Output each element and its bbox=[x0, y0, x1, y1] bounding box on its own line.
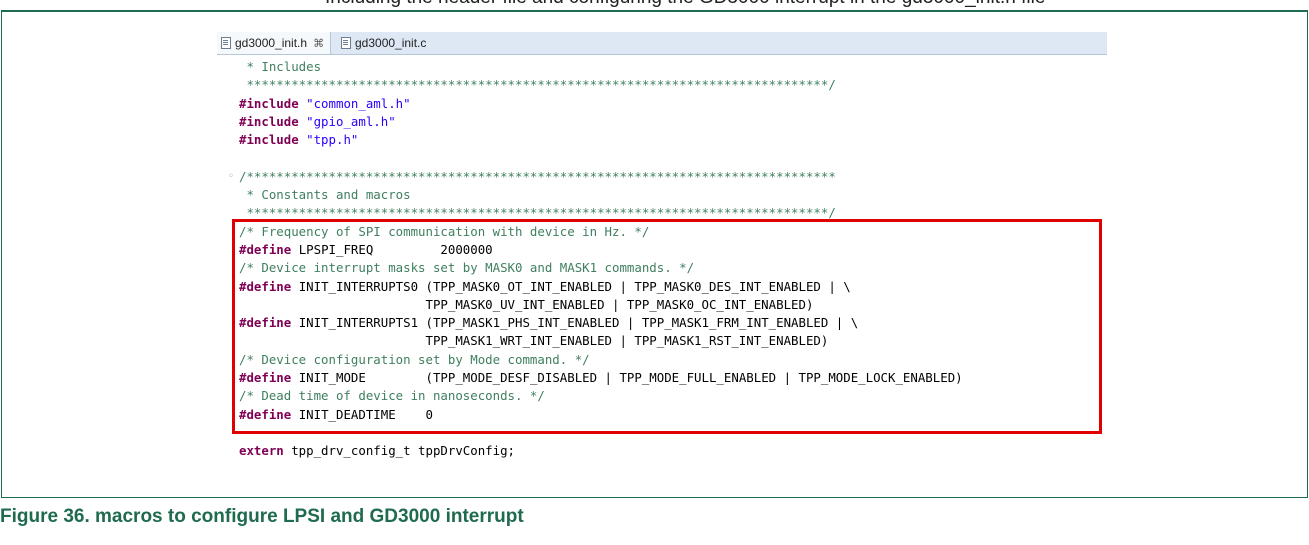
clipped-text-line: Including the header file and configurin… bbox=[325, 0, 1045, 9]
tab-label: gd3000_init.c bbox=[355, 36, 427, 50]
code-line: * Includes bbox=[217, 58, 1107, 76]
tab-label: gd3000_init.h bbox=[235, 36, 308, 50]
code-comment: /***************************************… bbox=[239, 168, 836, 184]
code-keyword: extern bbox=[239, 443, 292, 459]
fold-marker-icon[interactable]: ◦ bbox=[228, 168, 234, 186]
code-line: #include "common_aml.h" bbox=[217, 95, 1107, 113]
code-keyword: #include bbox=[239, 95, 307, 111]
code-keyword: #include bbox=[239, 113, 307, 129]
code-comment: * Includes bbox=[239, 59, 322, 74]
code-string: "gpio_aml.h" bbox=[306, 113, 396, 129]
code-keyword: #include bbox=[239, 132, 307, 148]
editor-tab-bar: gd3000_init.h ⌘ gd3000_init.c bbox=[217, 32, 1107, 55]
code-line: extern tpp_drv_config_t tppDrvConfig; bbox=[217, 442, 1107, 460]
code-line: #include "tpp.h" bbox=[217, 131, 1107, 149]
code-comment: ****************************************… bbox=[239, 77, 836, 93]
tab-gd3000-init-c[interactable]: gd3000_init.c bbox=[341, 32, 426, 54]
code-text: tpp_drv_config_t tppDrvConfig; bbox=[291, 443, 516, 459]
code-string: "common_aml.h" bbox=[306, 95, 411, 111]
figure-caption: Figure 36. macros to configure LPSI and … bbox=[0, 506, 524, 527]
tab-gd3000-init-h[interactable]: gd3000_init.h ⌘ bbox=[217, 32, 332, 54]
code-string: "tpp.h" bbox=[306, 132, 359, 148]
code-line: ◦ /**************************************… bbox=[217, 168, 1107, 186]
source-file-icon bbox=[341, 37, 351, 49]
code-line: ****************************************… bbox=[217, 76, 1107, 94]
close-icon[interactable]: ⌘ bbox=[313, 37, 324, 50]
header-file-icon bbox=[221, 37, 231, 49]
code-line: #include "gpio_aml.h" bbox=[217, 113, 1107, 131]
code-comment: * Constants and macros bbox=[239, 187, 411, 203]
code-line: * Constants and macros bbox=[217, 186, 1107, 204]
macros-highlight-box bbox=[232, 219, 1102, 434]
